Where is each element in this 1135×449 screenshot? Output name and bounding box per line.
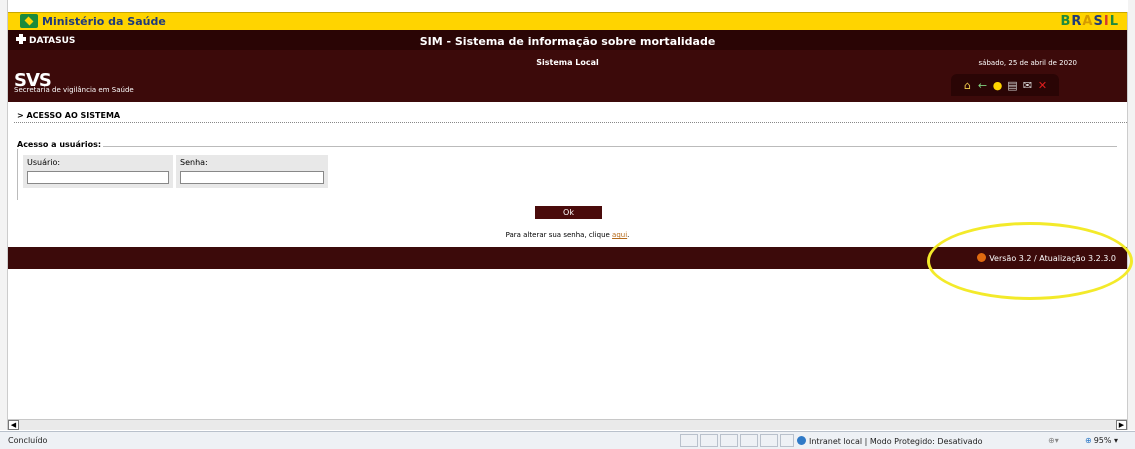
subsystem-title: Sistema Local — [536, 58, 599, 67]
vertical-scrollbar[interactable] — [1127, 0, 1135, 430]
change-password-prefix: Para alterar sua senha, clique — [505, 231, 613, 239]
svs-subtitle: Secretaria de vigilância em Saúde — [14, 86, 134, 94]
government-bar: Ministério da Saúde BRASIL — [8, 12, 1127, 30]
senha-label: Senha: — [180, 158, 208, 167]
current-date: sábado, 25 de abril de 2020 — [978, 59, 1077, 67]
zoom-control[interactable]: ⊕ 95% ▾ — [1085, 436, 1118, 445]
status-text: Concluído — [8, 436, 48, 445]
scroll-left-arrow-icon[interactable]: ◀ — [8, 420, 19, 430]
back-arrow-icon[interactable]: ← — [976, 79, 989, 92]
security-zone-text: Intranet local | Modo Protegido: Desativ… — [809, 437, 983, 446]
header-top-bar: DATASUS SIM - Sistema de informação sobr… — [8, 30, 1127, 50]
senha-field-group: Senha: — [176, 155, 328, 188]
window-left-edge — [0, 0, 8, 430]
ministry-title[interactable]: Ministério da Saúde — [42, 15, 166, 28]
brasil-logo[interactable]: BRASIL — [1060, 14, 1119, 29]
app-title: SIM - Sistema de informação sobre mortal… — [419, 35, 716, 48]
usuario-label: Usuário: — [27, 158, 61, 167]
home-icon[interactable]: ⌂ — [961, 79, 974, 92]
change-password-link[interactable]: aqui — [612, 231, 627, 239]
change-password-suffix: . — [627, 231, 630, 239]
brazil-flag-icon — [20, 14, 38, 28]
section-title: > ACESSO AO SISTEMA — [17, 111, 121, 120]
status-panel — [720, 434, 738, 447]
protected-mode-dropdown-icon[interactable]: ⊕▾ — [1048, 436, 1059, 445]
print-icon[interactable]: ▤ — [1006, 79, 1019, 92]
zoom-value: 95% — [1093, 436, 1112, 445]
status-panel — [700, 434, 718, 447]
ok-button[interactable]: Ok — [535, 206, 602, 219]
status-panel — [740, 434, 758, 447]
zoom-magnifier-icon: ⊕ — [1085, 436, 1092, 445]
scroll-right-arrow-icon[interactable]: ▶ — [1116, 420, 1127, 430]
senha-input[interactable] — [180, 171, 324, 184]
horizontal-scrollbar[interactable]: ◀ ▶ — [8, 419, 1127, 430]
status-panel — [760, 434, 778, 447]
security-zone[interactable]: Intranet local | Modo Protegido: Desativ… — [797, 436, 983, 446]
status-bar: Concluído Intranet local | Modo Protegid… — [0, 431, 1135, 449]
close-icon[interactable]: ✕ — [1036, 79, 1049, 92]
status-panel — [780, 434, 794, 447]
mail-icon[interactable]: ✉ — [1021, 79, 1034, 92]
section-divider — [14, 122, 1127, 123]
usuario-field-group: Usuário: — [23, 155, 173, 188]
intranet-globe-icon — [797, 436, 806, 445]
top-strip — [8, 0, 1128, 12]
app-header: DATASUS SIM - Sistema de informação sobr… — [8, 30, 1127, 102]
highlight-ellipse — [927, 222, 1133, 300]
browser-window: Ministério da Saúde BRASIL DATASUS SIM -… — [0, 0, 1135, 449]
help-bulb-icon[interactable]: ● — [991, 79, 1004, 92]
fieldset-legend: Acesso a usuários: — [15, 140, 104, 149]
status-panel — [680, 434, 698, 447]
header-toolbar: ⌂ ← ● ▤ ✉ ✕ — [951, 74, 1059, 96]
usuario-input[interactable] — [27, 171, 169, 184]
